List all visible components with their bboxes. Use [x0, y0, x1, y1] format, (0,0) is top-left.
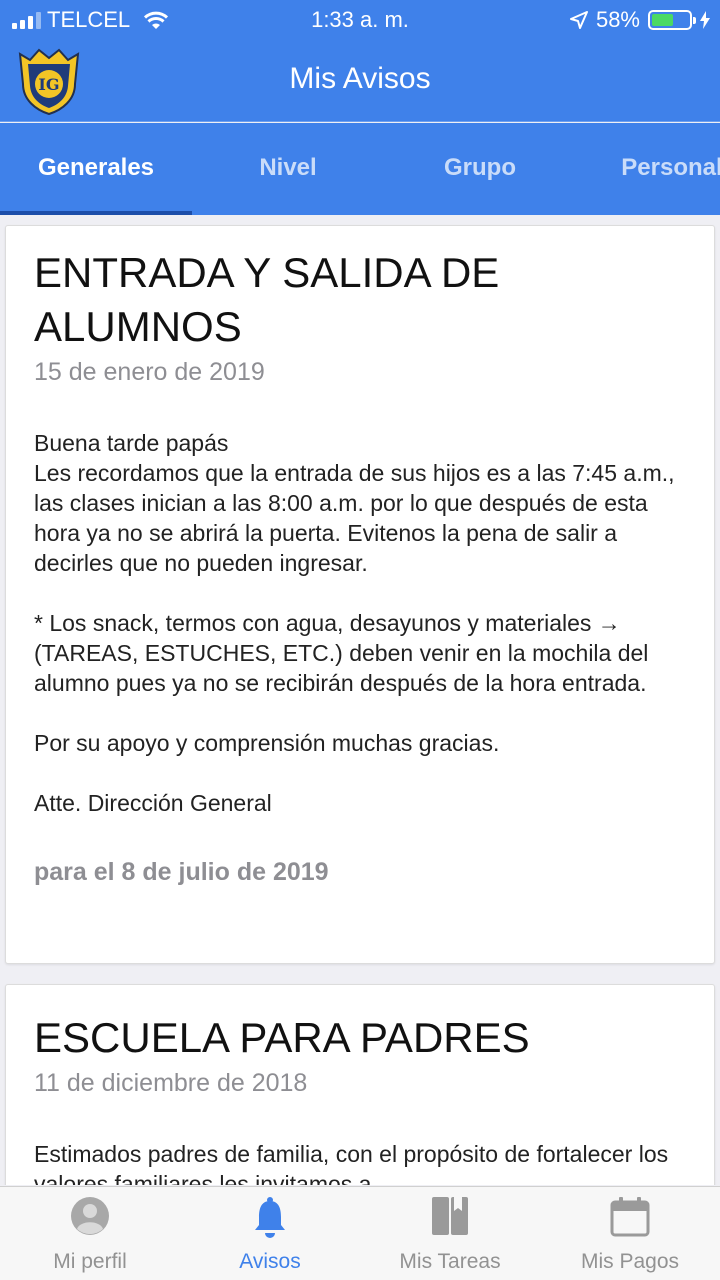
- calendar-icon: [610, 1197, 650, 1237]
- notice-date: 11 de diciembre de 2018: [34, 1069, 308, 1097]
- tabbar-label: Mis Pagos: [580, 1250, 680, 1273]
- tabbar-label: Mi perfil: [53, 1250, 127, 1273]
- notice-title: ENTRADA Y SALIDA DE ALUMNOS: [34, 249, 500, 350]
- page-title: Mis Avisos: [289, 62, 431, 95]
- tab-grupo[interactable]: Grupo: [384, 123, 576, 215]
- tabbar-item-avisos[interactable]: Avisos: [180, 1187, 360, 1280]
- battery-icon: [648, 10, 696, 30]
- category-tabs: Generales Nivel Grupo Personal: [0, 123, 720, 215]
- notice-valid-until: para el 8 de julio de 2019: [34, 858, 329, 886]
- battery-fill: [652, 14, 673, 26]
- notice-card[interactable]: ESCUELA PARA PADRES 11 de diciembre de 2…: [5, 984, 715, 1185]
- status-right: 58%: [569, 7, 710, 33]
- bottom-tab-bar: Mi perfil Avisos Mis Tareas Mis Pagos: [0, 1186, 720, 1280]
- status-bar: TELCEL 1:33 a. m. 58%: [0, 0, 720, 40]
- charging-bolt-icon: [700, 11, 710, 29]
- tabbar-label: Mis Tareas: [399, 1250, 501, 1273]
- notice-card[interactable]: ENTRADA Y SALIDA DE ALUMNOS 15 de enero …: [5, 225, 715, 964]
- location-arrow-icon: [569, 11, 588, 29]
- bell-icon: [255, 1197, 285, 1238]
- tabbar-item-mis-tareas[interactable]: Mis Tareas: [360, 1187, 540, 1280]
- tabbar-item-mi-perfil[interactable]: Mi perfil: [0, 1187, 180, 1280]
- tab-personal[interactable]: Personal: [576, 123, 720, 215]
- notice-body: Buena tarde papás Les recordamos que la …: [34, 430, 675, 816]
- navigation-bar: IG Mis Avisos: [0, 40, 720, 122]
- tab-nivel[interactable]: Nivel: [192, 123, 384, 215]
- tab-generales[interactable]: Generales: [0, 123, 192, 215]
- notices-list[interactable]: ENTRADA Y SALIDA DE ALUMNOS 15 de enero …: [0, 215, 720, 1185]
- person-icon: [71, 1197, 109, 1235]
- battery-percent: 58%: [595, 7, 640, 32]
- notice-body: Estimados padres de familia, con el prop…: [34, 1141, 669, 1185]
- notice-date: 15 de enero de 2019: [34, 358, 265, 386]
- tabbar-item-mis-pagos[interactable]: Mis Pagos: [540, 1187, 720, 1280]
- book-icon: [432, 1197, 468, 1235]
- notice-title: ESCUELA PARA PADRES: [34, 1014, 530, 1061]
- tabbar-label: Avisos: [239, 1250, 301, 1273]
